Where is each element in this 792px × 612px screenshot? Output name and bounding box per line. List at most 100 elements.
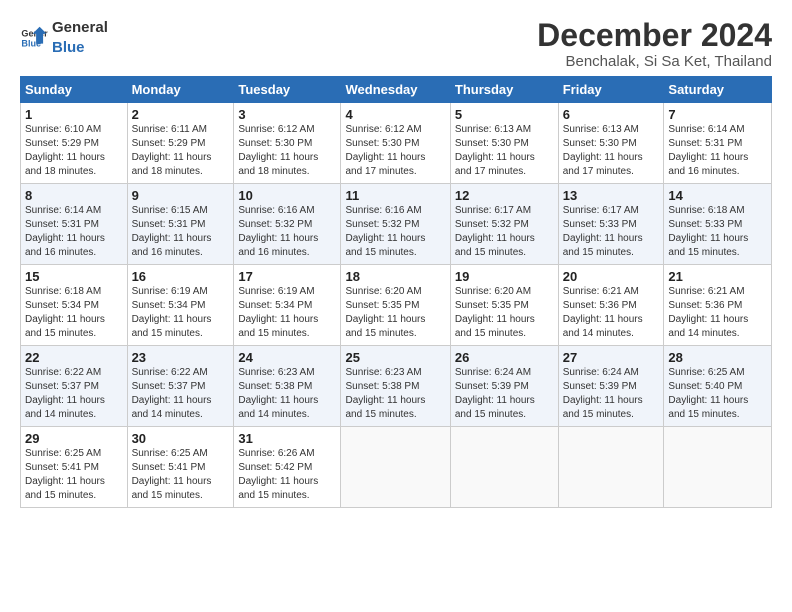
day-info: Sunrise: 6:16 AMSunset: 5:32 PMDaylight:… xyxy=(345,204,445,260)
day-number: 21 xyxy=(668,269,767,284)
day-number: 25 xyxy=(345,350,445,365)
day-number: 13 xyxy=(563,188,660,203)
calendar-cell xyxy=(450,427,558,508)
header-tuesday: Tuesday xyxy=(234,77,341,103)
day-info: Sunrise: 6:22 AMSunset: 5:37 PMDaylight:… xyxy=(132,366,230,422)
calendar-cell: 4Sunrise: 6:12 AMSunset: 5:30 PMDaylight… xyxy=(341,103,450,184)
day-info: Sunrise: 6:25 AMSunset: 5:41 PMDaylight:… xyxy=(132,447,230,503)
day-info: Sunrise: 6:23 AMSunset: 5:38 PMDaylight:… xyxy=(238,366,336,422)
day-info: Sunrise: 6:18 AMSunset: 5:33 PMDaylight:… xyxy=(668,204,767,260)
calendar-cell: 14Sunrise: 6:18 AMSunset: 5:33 PMDayligh… xyxy=(664,184,772,265)
day-info: Sunrise: 6:24 AMSunset: 5:39 PMDaylight:… xyxy=(455,366,554,422)
day-info: Sunrise: 6:14 AMSunset: 5:31 PMDaylight:… xyxy=(25,204,123,260)
calendar-cell: 1Sunrise: 6:10 AMSunset: 5:29 PMDaylight… xyxy=(21,103,128,184)
day-number: 14 xyxy=(668,188,767,203)
calendar-cell: 20Sunrise: 6:21 AMSunset: 5:36 PMDayligh… xyxy=(558,265,664,346)
calendar-cell: 15Sunrise: 6:18 AMSunset: 5:34 PMDayligh… xyxy=(21,265,128,346)
calendar-title: December 2024 xyxy=(537,18,772,53)
header-monday: Monday xyxy=(127,77,234,103)
calendar-cell: 25Sunrise: 6:23 AMSunset: 5:38 PMDayligh… xyxy=(341,346,450,427)
calendar-cell: 24Sunrise: 6:23 AMSunset: 5:38 PMDayligh… xyxy=(234,346,341,427)
header-wednesday: Wednesday xyxy=(341,77,450,103)
day-info: Sunrise: 6:17 AMSunset: 5:33 PMDaylight:… xyxy=(563,204,660,260)
day-info: Sunrise: 6:23 AMSunset: 5:38 PMDaylight:… xyxy=(345,366,445,422)
calendar-cell: 28Sunrise: 6:25 AMSunset: 5:40 PMDayligh… xyxy=(664,346,772,427)
day-number: 6 xyxy=(563,107,660,122)
day-number: 30 xyxy=(132,431,230,446)
day-number: 18 xyxy=(345,269,445,284)
day-info: Sunrise: 6:25 AMSunset: 5:40 PMDaylight:… xyxy=(668,366,767,422)
day-number: 17 xyxy=(238,269,336,284)
day-number: 26 xyxy=(455,350,554,365)
day-info: Sunrise: 6:18 AMSunset: 5:34 PMDaylight:… xyxy=(25,285,123,341)
day-info: Sunrise: 6:13 AMSunset: 5:30 PMDaylight:… xyxy=(455,123,554,179)
day-number: 16 xyxy=(132,269,230,284)
day-info: Sunrise: 6:15 AMSunset: 5:31 PMDaylight:… xyxy=(132,204,230,260)
day-number: 4 xyxy=(345,107,445,122)
day-info: Sunrise: 6:17 AMSunset: 5:32 PMDaylight:… xyxy=(455,204,554,260)
day-number: 31 xyxy=(238,431,336,446)
day-number: 22 xyxy=(25,350,123,365)
day-info: Sunrise: 6:26 AMSunset: 5:42 PMDaylight:… xyxy=(238,447,336,503)
calendar-header: Sunday Monday Tuesday Wednesday Thursday… xyxy=(21,77,772,103)
header-thursday: Thursday xyxy=(450,77,558,103)
calendar-cell: 11Sunrise: 6:16 AMSunset: 5:32 PMDayligh… xyxy=(341,184,450,265)
day-info: Sunrise: 6:10 AMSunset: 5:29 PMDaylight:… xyxy=(25,123,123,179)
weekday-header-row: Sunday Monday Tuesday Wednesday Thursday… xyxy=(21,77,772,103)
day-info: Sunrise: 6:20 AMSunset: 5:35 PMDaylight:… xyxy=(455,285,554,341)
logo-text: General Blue xyxy=(52,18,108,57)
day-number: 9 xyxy=(132,188,230,203)
calendar-cell: 9Sunrise: 6:15 AMSunset: 5:31 PMDaylight… xyxy=(127,184,234,265)
day-info: Sunrise: 6:14 AMSunset: 5:31 PMDaylight:… xyxy=(668,123,767,179)
day-info: Sunrise: 6:11 AMSunset: 5:29 PMDaylight:… xyxy=(132,123,230,179)
page: General Blue General Blue December 2024 … xyxy=(0,0,792,612)
calendar-cell: 5Sunrise: 6:13 AMSunset: 5:30 PMDaylight… xyxy=(450,103,558,184)
calendar-cell xyxy=(664,427,772,508)
day-number: 29 xyxy=(25,431,123,446)
day-number: 7 xyxy=(668,107,767,122)
day-info: Sunrise: 6:16 AMSunset: 5:32 PMDaylight:… xyxy=(238,204,336,260)
calendar-subtitle: Benchalak, Si Sa Ket, Thailand xyxy=(537,53,772,70)
calendar-cell: 21Sunrise: 6:21 AMSunset: 5:36 PMDayligh… xyxy=(664,265,772,346)
calendar-cell xyxy=(341,427,450,508)
calendar-cell xyxy=(558,427,664,508)
calendar-cell: 27Sunrise: 6:24 AMSunset: 5:39 PMDayligh… xyxy=(558,346,664,427)
header: General Blue General Blue December 2024 … xyxy=(20,18,772,70)
calendar-cell: 29Sunrise: 6:25 AMSunset: 5:41 PMDayligh… xyxy=(21,427,128,508)
calendar-cell: 2Sunrise: 6:11 AMSunset: 5:29 PMDaylight… xyxy=(127,103,234,184)
calendar-cell: 17Sunrise: 6:19 AMSunset: 5:34 PMDayligh… xyxy=(234,265,341,346)
header-sunday: Sunday xyxy=(21,77,128,103)
day-number: 23 xyxy=(132,350,230,365)
day-info: Sunrise: 6:19 AMSunset: 5:34 PMDaylight:… xyxy=(132,285,230,341)
day-number: 19 xyxy=(455,269,554,284)
calendar-week-3: 22Sunrise: 6:22 AMSunset: 5:37 PMDayligh… xyxy=(21,346,772,427)
day-number: 8 xyxy=(25,188,123,203)
day-info: Sunrise: 6:21 AMSunset: 5:36 PMDaylight:… xyxy=(668,285,767,341)
calendar-table: Sunday Monday Tuesday Wednesday Thursday… xyxy=(20,76,772,508)
calendar-cell: 22Sunrise: 6:22 AMSunset: 5:37 PMDayligh… xyxy=(21,346,128,427)
calendar-cell: 13Sunrise: 6:17 AMSunset: 5:33 PMDayligh… xyxy=(558,184,664,265)
calendar-cell: 30Sunrise: 6:25 AMSunset: 5:41 PMDayligh… xyxy=(127,427,234,508)
day-info: Sunrise: 6:12 AMSunset: 5:30 PMDaylight:… xyxy=(345,123,445,179)
calendar-cell: 12Sunrise: 6:17 AMSunset: 5:32 PMDayligh… xyxy=(450,184,558,265)
day-number: 11 xyxy=(345,188,445,203)
day-number: 5 xyxy=(455,107,554,122)
day-number: 3 xyxy=(238,107,336,122)
day-number: 28 xyxy=(668,350,767,365)
day-number: 27 xyxy=(563,350,660,365)
day-info: Sunrise: 6:21 AMSunset: 5:36 PMDaylight:… xyxy=(563,285,660,341)
day-info: Sunrise: 6:25 AMSunset: 5:41 PMDaylight:… xyxy=(25,447,123,503)
day-number: 12 xyxy=(455,188,554,203)
calendar-cell: 6Sunrise: 6:13 AMSunset: 5:30 PMDaylight… xyxy=(558,103,664,184)
calendar-cell: 23Sunrise: 6:22 AMSunset: 5:37 PMDayligh… xyxy=(127,346,234,427)
calendar-week-2: 15Sunrise: 6:18 AMSunset: 5:34 PMDayligh… xyxy=(21,265,772,346)
day-info: Sunrise: 6:22 AMSunset: 5:37 PMDaylight:… xyxy=(25,366,123,422)
day-number: 20 xyxy=(563,269,660,284)
calendar-cell: 31Sunrise: 6:26 AMSunset: 5:42 PMDayligh… xyxy=(234,427,341,508)
header-friday: Friday xyxy=(558,77,664,103)
day-number: 10 xyxy=(238,188,336,203)
calendar-cell: 10Sunrise: 6:16 AMSunset: 5:32 PMDayligh… xyxy=(234,184,341,265)
day-number: 24 xyxy=(238,350,336,365)
logo-icon: General Blue xyxy=(20,24,48,52)
calendar-week-4: 29Sunrise: 6:25 AMSunset: 5:41 PMDayligh… xyxy=(21,427,772,508)
